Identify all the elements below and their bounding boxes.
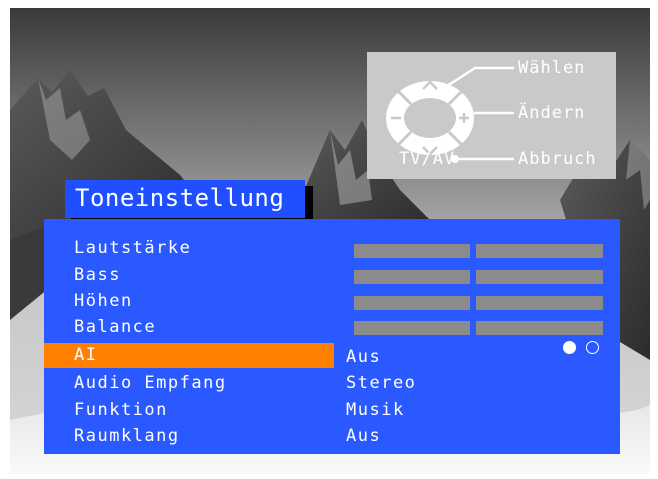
option-indicator-inactive [586,341,599,354]
balance-bar-left[interactable] [354,321,470,335]
menu-title: Toneinstellung [75,184,285,212]
surround-value: Aus [346,426,382,446]
menu-item-function[interactable]: Funktion [44,398,334,423]
menu-item-surround[interactable]: Raumklang [44,424,334,449]
menu-item-label: Audio Empfang [74,373,227,393]
menu-item-label: AI [74,345,98,365]
menu-item-ai[interactable]: AI [44,343,334,368]
remote-help-panel: Wählen Ändern Abbruch TV/AV [367,52,616,179]
treble-bar-right[interactable] [476,296,603,310]
volume-bar-right[interactable] [476,244,603,258]
option-indicator-active [563,341,576,354]
menu-item-bass[interactable]: Bass [44,263,334,288]
ai-value: Aus [346,347,382,367]
bass-bar-right[interactable] [476,270,603,284]
menu-item-label: Bass [74,265,121,285]
menu-title-box: Toneinstellung [65,180,305,218]
menu-item-audio-reception[interactable]: Audio Empfang [44,371,334,396]
menu-item-label: Balance [74,317,157,337]
exit-hint-label: Abbruch [518,149,597,169]
change-hint-label: Ändern [518,103,586,123]
select-hint-label: Wählen [518,58,586,78]
tv-screen: Wählen Ändern Abbruch TV/AV Toneinstellu… [0,0,658,479]
tv-av-button-label: TV/AV [399,149,456,169]
treble-bar-left[interactable] [354,296,470,310]
balance-bar-right[interactable] [476,321,603,335]
menu-item-label: Höhen [74,291,133,311]
menu-item-label: Raumklang [74,426,180,446]
menu-item-label: Lautstärke [74,238,192,258]
sound-settings-menu: Lautstärke Bass Höhen Balance AI Aus Aud… [44,219,620,454]
volume-bar-left[interactable] [354,244,470,258]
menu-item-label: Funktion [74,400,168,420]
bass-bar-left[interactable] [354,270,470,284]
menu-item-volume[interactable]: Lautstärke [44,236,334,261]
function-value: Musik [346,400,405,420]
menu-item-treble[interactable]: Höhen [44,289,334,314]
menu-item-balance[interactable]: Balance [44,315,334,340]
audio-reception-value: Stereo [346,373,417,393]
